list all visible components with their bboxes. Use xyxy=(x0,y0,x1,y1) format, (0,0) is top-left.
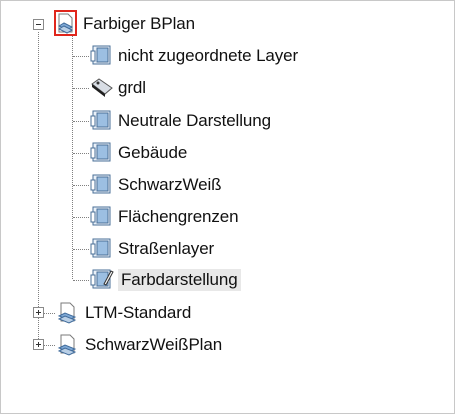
layer-icon xyxy=(90,238,111,258)
layer-tree-panel: Farbiger BPlan nicht zugeordnete Layer g… xyxy=(0,0,455,414)
tree-node-label: SchwarzWeißPlan xyxy=(85,335,223,354)
layer-edit-icon xyxy=(90,269,114,289)
tree-node-label: Neutrale Darstellung xyxy=(118,111,271,130)
expand-toggle[interactable] xyxy=(33,307,44,318)
tree-node-ltm-standard[interactable]: LTM-Standard xyxy=(1,299,301,327)
tag-icon xyxy=(91,78,113,97)
layer-icon xyxy=(90,142,111,162)
tree-node-layer[interactable]: Gebäude xyxy=(1,139,301,167)
collapse-toggle[interactable] xyxy=(33,19,44,30)
tree-node-schwarzweissplan[interactable]: SchwarzWeißPlan xyxy=(1,331,301,359)
tree-node-layer[interactable]: SchwarzWeiß xyxy=(1,171,301,199)
tree-node-label: Straßenlayer xyxy=(118,239,215,258)
tree-node-label: grdl xyxy=(118,78,146,97)
layer-icon xyxy=(90,174,111,194)
layer-icon xyxy=(90,206,111,226)
tree-node-layer[interactable]: grdl xyxy=(1,74,301,102)
plan-document-icon xyxy=(57,334,77,356)
plan-document-icon xyxy=(54,10,77,36)
tree-node-label: nicht zugeordnete Layer xyxy=(118,46,299,65)
expand-toggle[interactable] xyxy=(33,339,44,350)
tree-node-farbiger-bplan[interactable]: Farbiger BPlan xyxy=(1,10,301,38)
tree-node-layer[interactable]: Neutrale Darstellung xyxy=(1,107,401,135)
tree-node-label: Farbdarstellung xyxy=(118,269,241,291)
tree-node-layer[interactable]: nicht zugeordnete Layer xyxy=(1,42,401,70)
tree-node-label: Farbiger BPlan xyxy=(83,14,195,33)
tree-node-label: Flächengrenzen xyxy=(118,207,239,226)
layer-icon xyxy=(90,45,111,65)
tree-node-label: SchwarzWeiß xyxy=(118,175,222,194)
tree-node-label: LTM-Standard xyxy=(85,303,192,322)
plan-document-icon xyxy=(57,302,77,324)
tree-node-label: Gebäude xyxy=(118,143,188,162)
tree-node-layer[interactable]: Flächengrenzen xyxy=(1,203,301,231)
tree-node-layer[interactable]: Straßenlayer xyxy=(1,235,301,263)
tree-node-layer-selected[interactable]: Farbdarstellung xyxy=(1,266,301,294)
layer-icon xyxy=(90,110,111,130)
